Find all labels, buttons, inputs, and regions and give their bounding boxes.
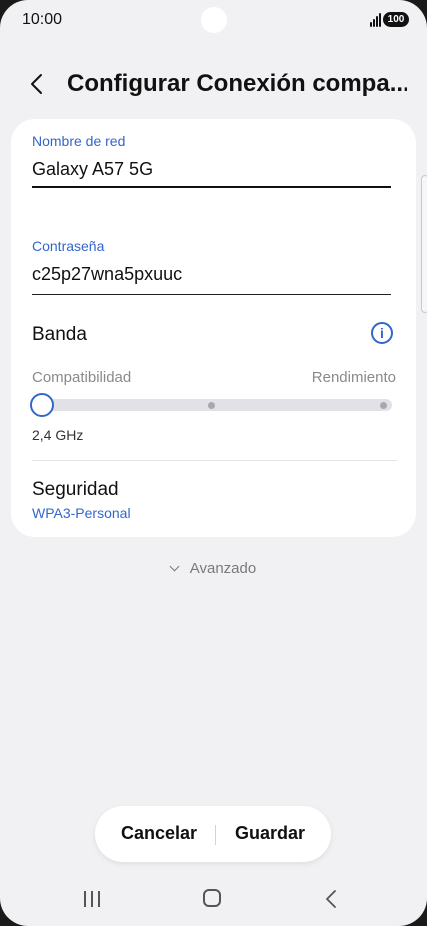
password-label: Contraseña (32, 238, 105, 254)
network-name-label: Nombre de red (32, 133, 126, 149)
network-name-underline (32, 186, 391, 188)
phone-screen: 10:00 100 Configurar Conexión compa... N… (0, 0, 427, 926)
band-left-label: Compatibilidad (32, 369, 132, 386)
navigation-bar (0, 880, 427, 920)
security-row[interactable]: Seguridad WPA3-Personal (11, 471, 416, 531)
header: Configurar Conexión compa... (0, 60, 427, 110)
action-bar: Cancelar Guardar (95, 806, 331, 862)
slider-stop (380, 402, 387, 409)
camera-cutout (201, 7, 227, 33)
band-value: 2,4 GHz (32, 427, 84, 443)
chevron-down-icon (169, 561, 180, 572)
nav-recent-icon[interactable] (84, 891, 100, 907)
advanced-label: Avanzado (189, 560, 257, 577)
status-time: 10:00 (22, 11, 63, 28)
nav-back-icon[interactable] (322, 889, 340, 909)
save-button[interactable]: Guardar (235, 823, 305, 844)
security-title: Seguridad (32, 479, 119, 500)
cancel-button[interactable]: Cancelar (121, 823, 197, 844)
security-value: WPA3-Personal (32, 505, 131, 521)
network-name-field[interactable] (32, 159, 391, 180)
battery-icon: 100 (383, 12, 409, 27)
band-slider[interactable] (30, 393, 392, 417)
slider-thumb[interactable] (30, 393, 54, 417)
advanced-toggle[interactable]: Avanzado (0, 560, 427, 577)
signal-icon (370, 13, 382, 27)
slider-stop (208, 402, 215, 409)
band-title: Banda (32, 324, 87, 345)
password-underline (32, 294, 391, 295)
page-title: Configurar Conexión compa... (67, 70, 407, 97)
scroll-handle[interactable] (421, 175, 427, 313)
band-right-label: Rendimiento (311, 369, 396, 386)
button-separator (215, 825, 216, 845)
password-field[interactable] (32, 264, 391, 285)
status-bar: 10:00 100 (0, 0, 427, 40)
back-icon[interactable] (26, 72, 50, 96)
info-icon[interactable]: i (371, 322, 393, 344)
divider (32, 460, 397, 461)
settings-card: Nombre de red Contraseña Banda i Compati… (11, 119, 416, 537)
nav-home-icon[interactable] (203, 889, 221, 907)
